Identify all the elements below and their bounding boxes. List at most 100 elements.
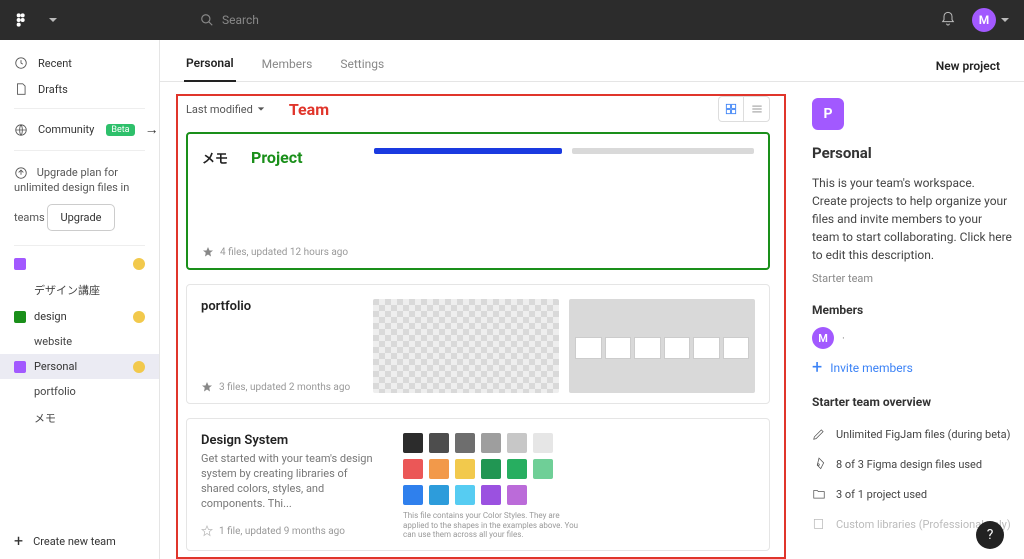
- help-button[interactable]: ?: [976, 521, 1004, 549]
- star-icon[interactable]: [202, 246, 214, 258]
- view-grid-button[interactable]: [718, 96, 744, 122]
- team-chip: P: [812, 98, 844, 130]
- chevron-down-icon: [48, 15, 58, 25]
- beta-badge: Beta: [106, 124, 134, 136]
- overview-heading: Starter team overview: [812, 395, 1012, 409]
- sidebar-team-0[interactable]: [0, 252, 159, 276]
- warning-dot-icon: [133, 258, 145, 270]
- warning-dot-icon: [133, 361, 145, 373]
- color-swatch: [507, 459, 527, 479]
- file-thumbnail-0[interactable]: File: [374, 148, 562, 154]
- project-title: portfolio: [201, 299, 251, 314]
- invite-members-button[interactable]: + Invite members: [812, 359, 1012, 377]
- create-new-team[interactable]: + Create new team: [0, 522, 159, 559]
- project-meta: 3 files, updated 2 months ago: [219, 382, 350, 393]
- sidebar-team-1[interactable]: design: [0, 304, 159, 329]
- search-placeholder: Search: [222, 13, 259, 27]
- color-swatch: [403, 485, 423, 505]
- projects-column: Last modified Team: [160, 82, 796, 559]
- annotation-team-label: Team: [289, 100, 329, 119]
- grid-icon: [724, 102, 738, 116]
- label: Drafts: [38, 83, 68, 96]
- search-input[interactable]: Search: [160, 13, 940, 27]
- avatar: M: [812, 327, 834, 349]
- star-outline-icon[interactable]: [201, 525, 213, 537]
- team-color-icon: [14, 361, 26, 373]
- team-name: Personal: [34, 360, 77, 373]
- sidebar-project-0-0[interactable]: デザイン講座: [0, 276, 159, 304]
- team-name: design: [34, 310, 67, 323]
- color-swatch: [481, 485, 501, 505]
- project-card-portfolio[interactable]: portfolio 3 files, updated 2 months ago: [186, 284, 770, 404]
- project-card-memo[interactable]: メモ Project 4 files, updated 12 hours ago…: [186, 132, 770, 270]
- upgrade-button[interactable]: Upgrade: [47, 204, 114, 231]
- file-thumbnail-1[interactable]: [572, 148, 754, 154]
- team-color-icon: [14, 311, 26, 323]
- file-thumbnail-0[interactable]: [373, 299, 559, 393]
- member-row[interactable]: M ·: [812, 327, 1012, 349]
- swatches-thumbnail[interactable]: [403, 433, 573, 505]
- sidebar: Recent Drafts Community Beta → Upgrade p…: [0, 40, 160, 559]
- label: Community: [38, 123, 94, 136]
- team-color-icon: [14, 258, 26, 270]
- members-heading: Members: [812, 303, 1012, 317]
- workspace-switcher[interactable]: [40, 15, 160, 25]
- sidebar-community[interactable]: Community Beta →: [0, 115, 159, 144]
- sidebar-project-2-0[interactable]: portfolio: [0, 379, 159, 404]
- tab-members[interactable]: Members: [260, 51, 315, 81]
- avatar: M: [972, 8, 996, 32]
- upgrade-icon: [14, 166, 28, 180]
- project-description: Get started with your team's design syst…: [201, 452, 381, 511]
- color-swatch: [507, 433, 527, 453]
- file-icon: [14, 82, 28, 96]
- starter-team-label: Starter team: [812, 272, 1012, 285]
- color-swatch: [429, 433, 449, 453]
- new-project-button[interactable]: New project: [936, 59, 1000, 73]
- overview-item-1: 8 of 3 Figma design files used: [812, 449, 1012, 479]
- color-swatch: [533, 459, 553, 479]
- list-icon: [750, 102, 764, 116]
- project-title: メモ: [202, 152, 228, 167]
- label: Invite members: [830, 361, 913, 375]
- file-thumbnail-1[interactable]: [569, 299, 755, 393]
- label: Create new team: [33, 535, 116, 548]
- plus-icon: +: [14, 533, 23, 549]
- color-swatch: [429, 459, 449, 479]
- arrow-right-icon: →: [145, 121, 159, 138]
- color-swatch: [481, 459, 501, 479]
- sidebar-recent[interactable]: Recent: [0, 50, 159, 76]
- team-name-heading: Personal: [812, 144, 1012, 162]
- sort-label: Last modified: [186, 103, 253, 116]
- tab-personal[interactable]: Personal: [184, 50, 236, 82]
- book-icon: [812, 517, 826, 531]
- team-description[interactable]: This is your team's workspace. Create pr…: [812, 174, 1012, 264]
- account-menu[interactable]: M: [972, 8, 1010, 32]
- upgrade-plan-box: Upgrade plan for unlimited design files …: [0, 157, 159, 239]
- plus-icon: +: [812, 359, 822, 377]
- sort-dropdown[interactable]: Last modified: [186, 103, 265, 116]
- topbar: Search M: [0, 0, 1024, 40]
- figma-logo-icon: [14, 12, 30, 28]
- project-meta: 4 files, updated 12 hours ago: [220, 247, 348, 258]
- color-swatch: [481, 433, 501, 453]
- tab-settings[interactable]: Settings: [338, 51, 386, 81]
- color-swatch: [403, 459, 423, 479]
- sidebar-drafts[interactable]: Drafts: [0, 76, 159, 102]
- view-list-button[interactable]: [744, 96, 770, 122]
- color-swatch: [507, 485, 527, 505]
- overview-item-0: Unlimited FigJam files (during beta): [812, 419, 1012, 449]
- overview-item-2: 3 of 1 project used: [812, 479, 1012, 509]
- sidebar-project-2-1[interactable]: メモ: [0, 404, 159, 432]
- bell-icon: [940, 11, 956, 27]
- folder-icon: [812, 487, 826, 501]
- star-icon[interactable]: [201, 381, 213, 393]
- notifications-button[interactable]: [940, 11, 956, 30]
- label: Recent: [38, 57, 72, 70]
- sidebar-team-2[interactable]: Personal: [0, 354, 159, 379]
- sidebar-project-1-0[interactable]: website: [0, 329, 159, 354]
- warning-dot-icon: [133, 311, 145, 323]
- project-card-design-system[interactable]: Design System Get started with your team…: [186, 418, 770, 551]
- swatch-note: This file contains your Color Styles. Th…: [403, 511, 583, 540]
- color-swatch: [455, 433, 475, 453]
- tabs: Personal Members Settings New project: [160, 40, 1024, 82]
